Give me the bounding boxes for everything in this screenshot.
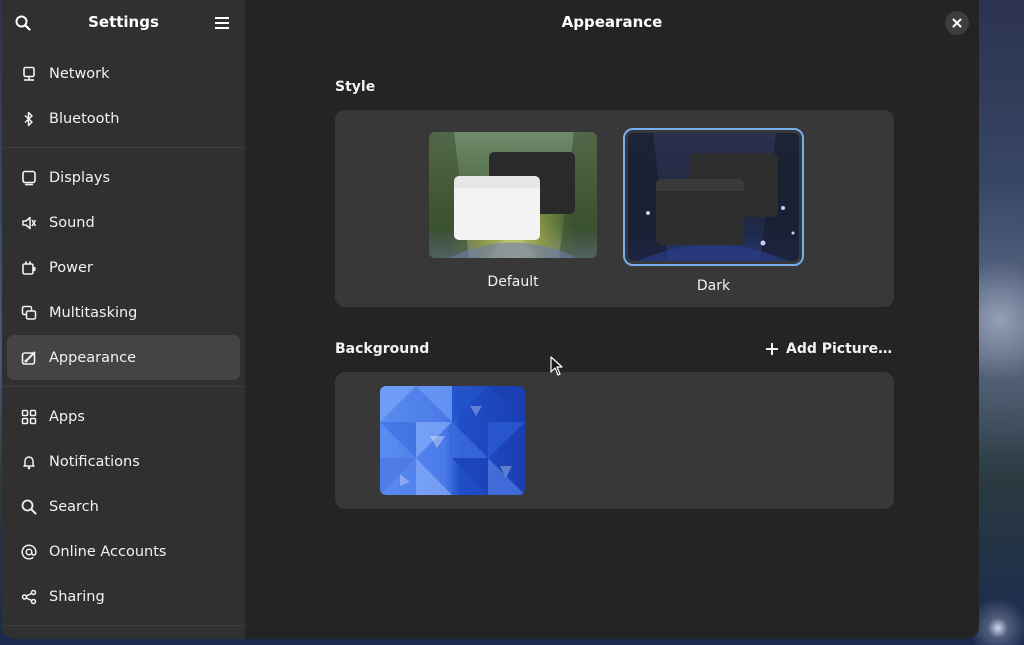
plus-icon [765, 342, 779, 356]
sidebar-item-bluetooth[interactable]: Bluetooth [7, 96, 240, 141]
sidebar-divider [2, 147, 245, 148]
sidebar-item-notifications[interactable]: Notifications [7, 439, 240, 484]
sidebar-item-label: Power [49, 259, 93, 276]
at-icon [19, 542, 39, 562]
sidebar-item-apps[interactable]: Apps [7, 394, 240, 439]
sidebar-item-appearance[interactable]: Appearance [7, 335, 240, 380]
sidebar-item-label: Online Accounts [49, 543, 167, 560]
style-option-default[interactable]: Default [427, 130, 599, 290]
sidebar-item-network[interactable]: Network [7, 51, 240, 96]
settings-window: Settings Network Bluetooth Displays Soun… [2, 0, 979, 639]
background-card [335, 372, 894, 509]
sidebar-item-power[interactable]: Power [7, 245, 240, 290]
style-card: Default Dark [335, 110, 894, 307]
search-icon [19, 497, 39, 517]
dark-style-preview [623, 128, 804, 266]
sidebar-item-displays[interactable]: Displays [7, 155, 240, 200]
sidebar-item-online-accounts[interactable]: Online Accounts [7, 529, 240, 574]
sidebar-item-search[interactable]: Search [7, 484, 240, 529]
sidebar-title: Settings [88, 13, 159, 31]
sound-icon [19, 213, 39, 233]
bell-icon [19, 452, 39, 472]
add-picture-button[interactable]: Add Picture… [765, 338, 892, 360]
close-button[interactable] [945, 11, 969, 35]
sidebar-item-label: Bluetooth [49, 110, 120, 127]
sidebar-header: Settings [2, 0, 245, 46]
sidebar-item-label: Multitasking [49, 304, 138, 321]
mouse-pointer-icon [550, 356, 564, 380]
background-section-label: Background [335, 341, 430, 357]
sidebar: Settings Network Bluetooth Displays Soun… [2, 0, 245, 639]
sidebar-divider [2, 625, 245, 626]
sidebar-item-label: Apps [49, 408, 85, 425]
sidebar-item-sound[interactable]: Sound [7, 200, 240, 245]
sidebar-item-label: Search [49, 498, 99, 515]
sidebar-item-sharing[interactable]: Sharing [7, 574, 240, 619]
share-icon [19, 587, 39, 607]
sidebar-item-multitasking[interactable]: Multitasking [7, 290, 240, 335]
multitasking-icon [19, 303, 39, 323]
sidebar-item-label: Appearance [49, 349, 137, 366]
power-icon [19, 258, 39, 278]
style-option-label: Default [487, 274, 539, 290]
display-icon [19, 168, 39, 188]
wallpaper-thumbnail[interactable] [380, 386, 525, 495]
page-title: Appearance [561, 13, 663, 31]
sidebar-item-label: Network [49, 65, 110, 82]
apps-icon [19, 407, 39, 427]
sidebar-item-label: Notifications [49, 453, 140, 470]
close-icon [952, 18, 962, 28]
network-icon [19, 64, 39, 84]
sidebar-item-label: Sound [49, 214, 95, 231]
hamburger-menu-icon[interactable] [210, 11, 234, 35]
style-section-label: Style [335, 79, 376, 95]
bluetooth-icon [19, 109, 39, 129]
add-picture-label: Add Picture… [786, 341, 893, 357]
style-option-label: Dark [696, 278, 731, 294]
sidebar-divider [2, 386, 245, 387]
main-content: Appearance Style Default Dark Background… [245, 0, 979, 639]
style-option-dark[interactable]: Dark [623, 128, 804, 294]
default-style-preview [427, 130, 599, 260]
appearance-icon [19, 348, 39, 368]
sidebar-item-label: Sharing [49, 588, 105, 605]
sidebar-item-label: Displays [49, 169, 111, 186]
